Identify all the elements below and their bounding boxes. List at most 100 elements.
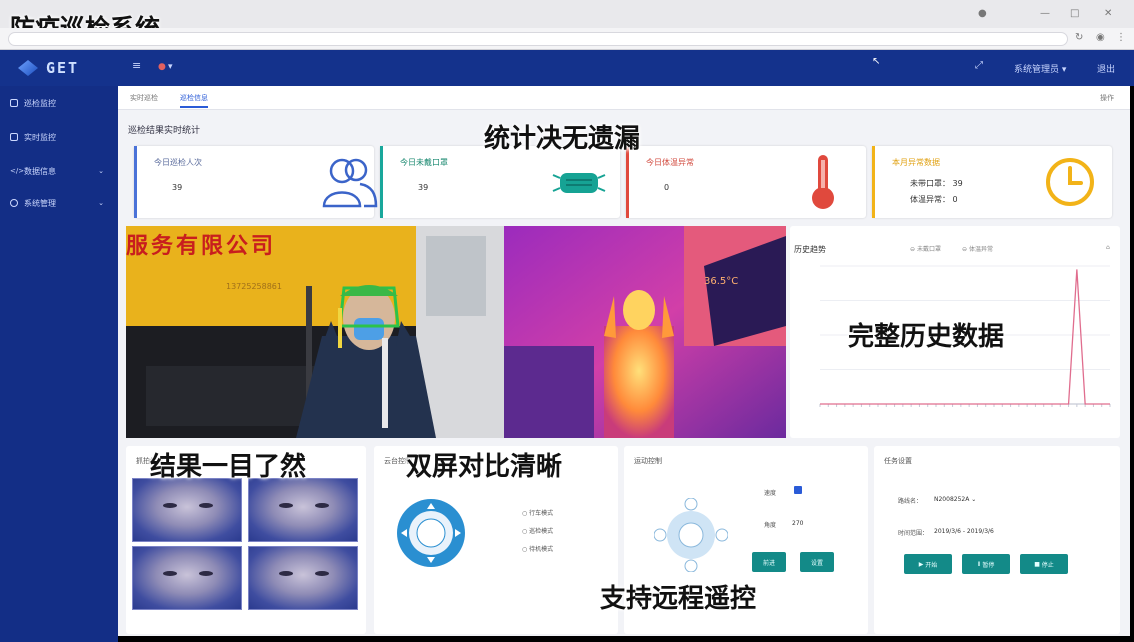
fullscreen-icon[interactable]: ⤢	[975, 60, 983, 71]
reload-icon[interactable]: ↻	[1075, 32, 1083, 43]
minimize-icon[interactable]: —	[1040, 8, 1050, 19]
eye-mark	[279, 503, 293, 508]
eye-mark	[279, 571, 293, 576]
stat-value: 0	[664, 183, 670, 192]
browser-title-bar: ● — □ ✕	[0, 0, 1134, 28]
visible-camera-feed[interactable]: 服务有限公司 13725258861	[126, 226, 504, 438]
thermometer-icon	[812, 155, 834, 209]
route-select[interactable]: N2008252A ⌄	[934, 496, 976, 503]
eye-mark	[163, 503, 177, 508]
logo: GET	[18, 58, 108, 78]
thermal-camera-image	[504, 226, 786, 438]
stats-title: 巡检结果实时统计	[128, 126, 201, 136]
start-button[interactable]: ▶ 开始	[904, 554, 952, 574]
address-bar: ↻ ◉ ⋮	[0, 28, 1134, 50]
sign-text: 服务有限公司	[126, 234, 277, 259]
mode-label: 巡检模式	[529, 528, 554, 535]
eye-mark	[199, 571, 213, 576]
ptz-dial[interactable]	[394, 496, 468, 570]
window-icon-a[interactable]: ●	[978, 8, 987, 19]
logo-mark-icon	[18, 60, 38, 76]
forward-button[interactable]: 前进	[752, 552, 786, 572]
logout-link[interactable]: 退出	[1097, 62, 1115, 75]
card-accent	[626, 146, 629, 218]
stat-value: 39	[418, 183, 429, 192]
tab-realtime[interactable]: 实时巡检	[130, 93, 158, 103]
main-content: 实时巡检 巡检信息 操作 巡检结果实时统计 今日巡检人次 39 今日未戴口罩 3…	[118, 86, 1130, 636]
mask-icon	[552, 173, 606, 193]
sidebar-item-realtime[interactable]: 实时监控	[10, 128, 110, 146]
app-header: GET ≡ ● ▾ ↖ ⤢ 系统管理员 ▾ 退出	[0, 50, 1134, 86]
eye-mark	[199, 503, 213, 508]
card-accent	[134, 146, 137, 218]
profile-icon[interactable]: ◉	[1096, 32, 1105, 43]
route-value: N2008252A	[934, 496, 970, 503]
pause-button[interactable]: Ⅱ 暂停	[962, 554, 1010, 574]
button-label: 停止	[1041, 561, 1054, 569]
mode-option[interactable]: ○ 行车模式	[522, 508, 553, 517]
face-capture[interactable]	[248, 546, 358, 610]
eye-mark	[315, 503, 329, 508]
stat-card-temp: 今日体温异常 0	[626, 146, 866, 218]
chevron-down-icon: ⌄	[98, 199, 104, 207]
menu-icon[interactable]: ⋮	[1116, 32, 1126, 43]
settings-button[interactable]: 设置	[800, 552, 834, 572]
panel-title: 任务设置	[884, 457, 912, 465]
caption-stats: 统计决无遗漏	[484, 124, 641, 154]
stat-value: 39	[172, 183, 183, 192]
maximize-icon[interactable]: □	[1070, 8, 1079, 19]
sidebar-item-settings[interactable]: 系统管理 ⌄	[10, 194, 110, 212]
caption-results: 结果一目了然	[150, 452, 307, 482]
tab-info[interactable]: 巡检信息	[180, 93, 208, 108]
stat-line: 体温异常： 0	[910, 195, 958, 204]
caption-dual-screen: 双屏对比清晰	[406, 452, 563, 482]
camera-icon	[10, 133, 18, 141]
tab-actions[interactable]: 操作	[1100, 93, 1114, 103]
chevron-down-icon: ⌄	[971, 496, 977, 503]
temperature-readout: 36.5°C	[704, 276, 739, 287]
chevron-down-icon: ⌄	[98, 167, 104, 175]
face-capture[interactable]	[248, 478, 358, 542]
eye-mark	[315, 571, 329, 576]
data-icon: </>	[10, 167, 25, 175]
time-range-label: 时间范围：	[898, 530, 929, 537]
sidebar-item-inspection[interactable]: 巡检监控	[10, 94, 110, 112]
top-menu-chevron-icon[interactable]: ▾	[168, 62, 173, 72]
clock-icon	[1046, 158, 1094, 206]
stat-card-no-mask: 今日未戴口罩 39	[380, 146, 620, 218]
task-panel: 任务设置 路线名： N2008252A ⌄ 时间范围： 2019/3/6 - 2…	[874, 446, 1120, 634]
speed-indicator[interactable]	[794, 486, 802, 494]
angle-value[interactable]: 270	[792, 520, 803, 527]
mode-option[interactable]: ○ 待机模式	[522, 544, 553, 553]
stop-button[interactable]: ■ 停止	[1020, 554, 1068, 574]
face-capture[interactable]	[132, 546, 242, 610]
speed-label: 速度	[764, 490, 777, 497]
thermal-camera-feed[interactable]: 36.5°C	[504, 226, 786, 438]
button-label: 开始	[925, 561, 938, 569]
sidebar-item-label: 系统管理	[24, 198, 56, 208]
stat-label: 本月异常数据	[892, 158, 940, 167]
sidebar-item-data[interactable]: </> 数据信息 ⌄	[10, 162, 110, 180]
stat-card-monthly: 本月异常数据 未带口罩： 39 体温异常： 0	[872, 146, 1112, 218]
direction-pad[interactable]	[654, 498, 728, 572]
time-range-input[interactable]: 2019/3/6 - 2019/3/6	[934, 528, 994, 535]
url-field[interactable]	[8, 32, 1068, 46]
hamburger-icon[interactable]: ≡	[132, 59, 141, 72]
angle-label: 角度	[764, 522, 777, 529]
stat-line: 未带口罩： 39	[910, 179, 963, 188]
sign-phone: 13725258861	[226, 282, 282, 291]
eye-mark	[163, 571, 177, 576]
face-capture[interactable]	[132, 478, 242, 542]
stat-label: 今日未戴口罩	[400, 158, 448, 167]
panel-title: 运动控制	[634, 457, 662, 465]
user-menu[interactable]: 系统管理员 ▾	[1014, 62, 1066, 75]
mode-label: 行车模式	[529, 510, 554, 517]
close-icon[interactable]: ✕	[1104, 8, 1112, 19]
stat-label: 今日体温异常	[646, 158, 694, 167]
caption-remote: 支持远程遥控	[600, 584, 757, 614]
monitor-icon	[10, 99, 18, 107]
mode-option[interactable]: ○ 巡检模式	[522, 526, 553, 535]
gear-icon	[10, 199, 18, 207]
top-menu-dot[interactable]: ●	[158, 62, 166, 72]
mode-label: 待机模式	[529, 546, 554, 553]
